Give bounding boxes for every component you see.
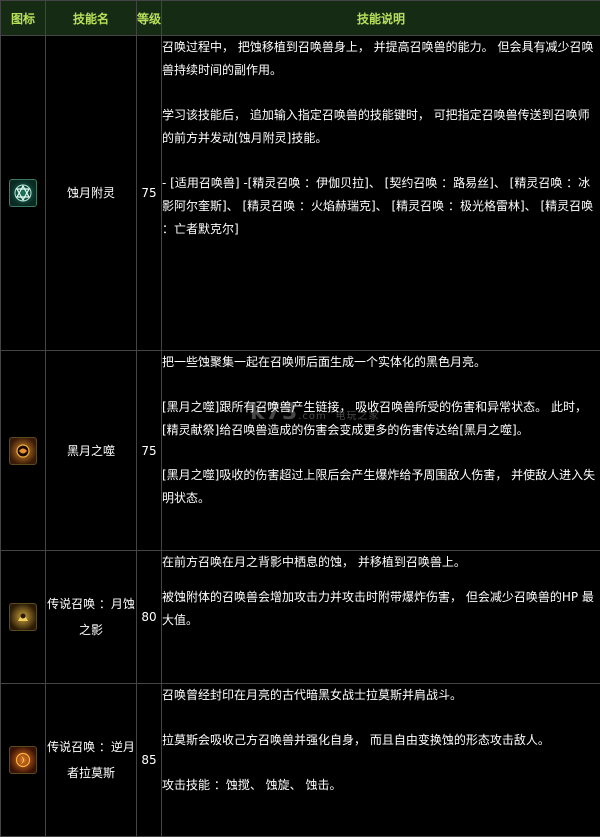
skill-level: 75 [137,351,162,551]
skill-name: 蚀月附灵 [46,36,137,351]
desc-paragraph: 被蚀附体的召唤兽会增加攻击力并攻击时附带爆炸伤害， 但会减少召唤兽的HP 最大值… [162,586,600,632]
desc-paragraph: 把一些蚀聚集一起在召唤师后面生成一个实体化的黑色月亮。 [162,351,600,374]
desc-paragraph: 攻击技能 ：蚀搅、 蚀旋、 蚀击。 [162,774,600,797]
skill-description: 把一些蚀聚集一起在召唤师后面生成一个实体化的黑色月亮。 [黑月之噬]跟所有召唤兽… [162,351,600,551]
header-name: 技能名 [46,1,137,36]
row-icon-cell [1,551,46,684]
moon-warrior-icon [9,746,37,774]
desc-paragraph: - [适用召唤兽] -[精灵召唤 ：伊伽贝拉]、 [契约召唤 ：路易丝]、 [精… [162,172,600,241]
skill-description: 召唤过程中， 把蚀移植到召唤兽身上， 并提高召唤兽的能力。 但会具有减少召唤兽持… [162,36,600,351]
skill-description: 在前方召唤在月之背影中栖息的蚀， 并移植到召唤兽上。 被蚀附体的召唤兽会增加攻击… [162,551,600,684]
moon-shadow-icon [9,603,37,631]
skill-level: 80 [137,551,162,684]
table-row: 传说召唤 ：月蚀之影 80 在前方召唤在月之背影中栖息的蚀， 并移植到召唤兽上。… [1,551,600,684]
desc-paragraph: 召唤曾经封印在月亮的古代暗黑女战士拉莫斯并肩战斗。 [162,684,600,707]
skill-description: 召唤曾经封印在月亮的古代暗黑女战士拉莫斯并肩战斗。 拉莫斯会吸收己方召唤兽并强化… [162,684,600,837]
row-icon-cell [1,351,46,551]
skill-name: 传说召唤 ：月蚀之影 [46,551,137,684]
header-level: 等级 [137,1,162,36]
table-row: 黑月之噬 75 把一些蚀聚集一起在召唤师后面生成一个实体化的黑色月亮。 [黑月之… [1,351,600,551]
desc-paragraph: 学习该技能后， 追加输入指定召唤兽的技能键时， 可把指定召唤兽传送到召唤师的前方… [162,104,600,150]
watermark-sub: 电玩之家 [335,411,379,422]
site-watermark: k73.com 电玩之家 [250,400,379,425]
row-icon-cell [1,36,46,351]
desc-paragraph: 在前方召唤在月之背影中栖息的蚀， 并移植到召唤兽上。 [162,551,600,574]
watermark-domain: .com [298,411,327,422]
skill-level: 85 [137,684,162,837]
black-moon-icon [9,437,37,465]
desc-paragraph: [黑月之噬]跟所有召唤兽产生链接， 吸收召唤兽所受的伤害和异常状态。 此时， [… [162,396,600,442]
header-desc: 技能说明 [162,1,600,36]
desc-paragraph: [黑月之噬]吸收的伤害超过上限后会产生爆炸给予周围敌人伤害， 并使敌人进入失明状… [162,464,600,510]
header-icon: 图标 [1,1,46,36]
six-point-star-icon [9,179,37,207]
table-header: 图标 技能名 等级 技能说明 [1,1,600,36]
skill-level: 75 [137,36,162,351]
watermark-main: k73 [250,400,298,425]
row-icon-cell [1,684,46,837]
table-row: 传说召唤 ：逆月者拉莫斯 85 召唤曾经封印在月亮的古代暗黑女战士拉莫斯并肩战斗… [1,684,600,837]
desc-paragraph: 拉莫斯会吸收己方召唤兽并强化自身， 而且自由变换蚀的形态攻击敌人。 [162,729,600,752]
table-row: 蚀月附灵 75 召唤过程中， 把蚀移植到召唤兽身上， 并提高召唤兽的能力。 但会… [1,36,600,351]
skill-name: 传说召唤 ：逆月者拉莫斯 [46,684,137,837]
desc-paragraph: 召唤过程中， 把蚀移植到召唤兽身上， 并提高召唤兽的能力。 但会具有减少召唤兽持… [162,36,600,82]
skill-name: 黑月之噬 [46,351,137,551]
